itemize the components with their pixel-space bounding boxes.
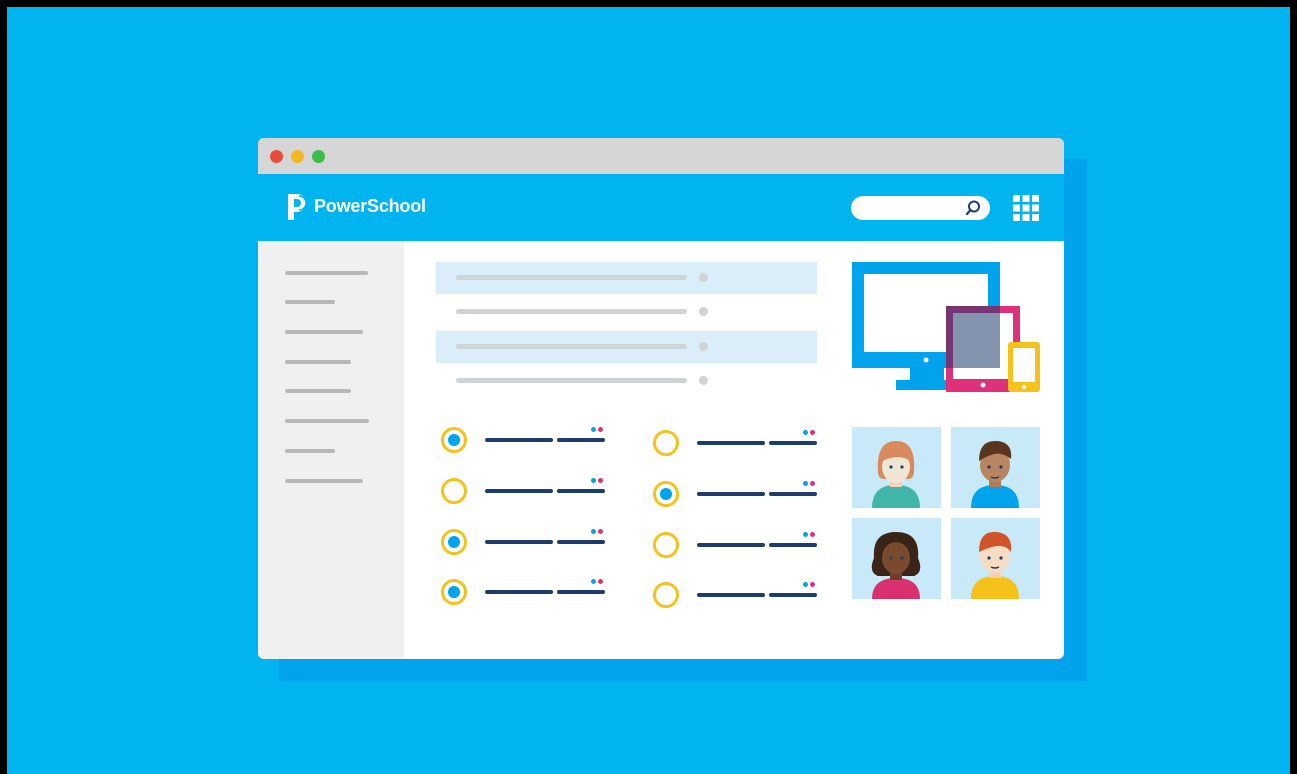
option-placeholder-line xyxy=(485,590,553,594)
option-placeholder-line xyxy=(697,593,765,597)
radio-button[interactable] xyxy=(653,532,679,558)
sidebar-item[interactable] xyxy=(285,389,351,393)
close-window-button[interactable] xyxy=(270,150,283,163)
option-placeholder-line xyxy=(769,593,817,597)
status-dot xyxy=(598,579,603,584)
status-dot xyxy=(810,582,815,587)
row-placeholder-line xyxy=(456,378,687,383)
radio-button-selected[interactable] xyxy=(441,579,467,605)
option-placeholder-line xyxy=(485,540,553,544)
radio-option[interactable] xyxy=(653,481,823,511)
avatar[interactable] xyxy=(951,518,1040,599)
radio-option[interactable] xyxy=(441,579,611,609)
radio-selected-dot xyxy=(660,488,672,500)
search-input[interactable] xyxy=(851,196,990,220)
status-dot xyxy=(810,532,815,537)
option-placeholder-line xyxy=(557,540,605,544)
status-dot xyxy=(803,430,808,435)
radio-option[interactable] xyxy=(653,582,823,612)
radio-option[interactable] xyxy=(653,532,823,562)
sidebar xyxy=(258,241,404,659)
option-placeholder-line xyxy=(557,489,605,493)
avatar[interactable] xyxy=(852,518,941,599)
radio-button-selected[interactable] xyxy=(653,481,679,507)
radio-selected-dot xyxy=(448,536,460,548)
row-placeholder-line xyxy=(456,275,687,280)
status-dot xyxy=(598,427,603,432)
powerschool-logo-icon[interactable] xyxy=(285,192,309,227)
radio-button-selected[interactable] xyxy=(441,427,467,453)
row-indicator xyxy=(699,342,708,351)
option-placeholder-line xyxy=(697,492,765,496)
radio-selected-dot xyxy=(448,434,460,446)
row-indicator xyxy=(699,307,708,316)
radio-button[interactable] xyxy=(653,430,679,456)
radio-button-selected[interactable] xyxy=(441,529,467,555)
list-row[interactable] xyxy=(436,296,817,328)
app-header: PowerSchool xyxy=(258,174,1064,241)
radio-option[interactable] xyxy=(441,529,611,559)
option-placeholder-line xyxy=(557,438,605,442)
sidebar-item[interactable] xyxy=(285,449,335,453)
search-icon[interactable] xyxy=(964,199,982,222)
option-placeholder-line xyxy=(697,543,765,547)
status-dot xyxy=(803,481,808,486)
option-placeholder-line xyxy=(769,543,817,547)
minimize-window-button[interactable] xyxy=(291,150,304,163)
status-dot xyxy=(598,478,603,483)
status-dot xyxy=(598,529,603,534)
devices-illustration xyxy=(850,260,1050,405)
grid-icon[interactable] xyxy=(1013,195,1039,226)
avatar[interactable] xyxy=(951,427,1040,508)
radio-option[interactable] xyxy=(441,427,611,457)
status-dot xyxy=(591,579,596,584)
maximize-window-button[interactable] xyxy=(312,150,325,163)
option-placeholder-line xyxy=(769,441,817,445)
sidebar-item[interactable] xyxy=(285,300,335,304)
status-dot xyxy=(810,481,815,486)
brand-name[interactable]: PowerSchool xyxy=(314,196,426,217)
background: PowerSchool xyxy=(7,7,1290,774)
list-row[interactable] xyxy=(436,262,817,294)
row-indicator xyxy=(699,376,708,385)
option-placeholder-line xyxy=(769,492,817,496)
radio-option[interactable] xyxy=(653,430,823,460)
status-dot xyxy=(810,430,815,435)
row-placeholder-line xyxy=(456,344,687,349)
status-dot xyxy=(591,478,596,483)
sidebar-item[interactable] xyxy=(285,360,351,364)
sidebar-item[interactable] xyxy=(285,479,363,483)
sidebar-item[interactable] xyxy=(285,271,368,275)
sidebar-item[interactable] xyxy=(285,330,363,334)
list-row[interactable] xyxy=(436,331,817,363)
row-indicator xyxy=(699,273,708,282)
radio-option[interactable] xyxy=(441,478,611,508)
option-placeholder-line xyxy=(485,489,553,493)
status-dot xyxy=(803,532,808,537)
option-placeholder-line xyxy=(697,441,765,445)
title-bar xyxy=(258,138,1064,174)
option-placeholder-line xyxy=(557,590,605,594)
list-row[interactable] xyxy=(436,365,817,397)
status-dot xyxy=(591,427,596,432)
option-placeholder-line xyxy=(485,438,553,442)
radio-button[interactable] xyxy=(441,478,467,504)
sidebar-item[interactable] xyxy=(285,419,369,423)
radio-selected-dot xyxy=(448,586,460,598)
row-placeholder-line xyxy=(456,309,687,314)
status-dot xyxy=(803,582,808,587)
browser-window: PowerSchool xyxy=(258,138,1064,659)
status-dot xyxy=(591,529,596,534)
radio-button[interactable] xyxy=(653,582,679,608)
avatar[interactable] xyxy=(852,427,941,508)
